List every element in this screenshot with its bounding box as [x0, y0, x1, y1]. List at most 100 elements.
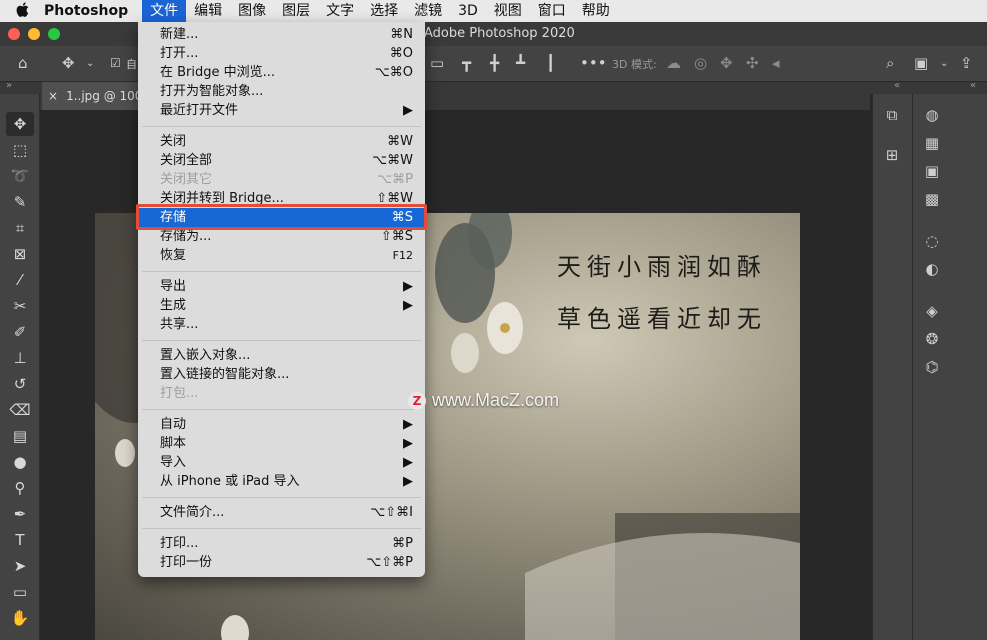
menu-item-close-all[interactable]: 关闭全部 ⌥⌘W: [138, 151, 425, 170]
align-vcenter-icon[interactable]: ╋: [490, 54, 499, 72]
history-panel-icon[interactable]: ⧉: [879, 106, 905, 124]
healing-tool-icon[interactable]: ✂: [6, 294, 34, 318]
lasso-tool-icon[interactable]: ➰: [6, 164, 34, 188]
menu-image[interactable]: 图像: [230, 0, 274, 22]
auto-select-checkbox[interactable]: ☑: [110, 56, 121, 70]
color-panel-icon[interactable]: ◍: [919, 106, 945, 124]
marquee-tool-icon[interactable]: ⬚: [6, 138, 34, 162]
crop-tool-icon[interactable]: ⌗: [6, 216, 34, 240]
watermark-logo-icon: Z: [408, 391, 426, 410]
menu-item-scripts[interactable]: 脚本 ▶: [138, 434, 425, 453]
menu-item-recent-files[interactable]: 最近打开文件 ▶: [138, 101, 425, 120]
menu-item-new[interactable]: 新建... ⌘N: [138, 25, 425, 44]
3d-pan-icon[interactable]: ✥: [720, 54, 733, 72]
3d-roll-icon[interactable]: ◎: [694, 54, 707, 72]
minimize-window-button[interactable]: [28, 28, 40, 40]
move-tool-icon[interactable]: ✥: [62, 54, 75, 72]
menu-item-print-one[interactable]: 打印一份 ⌥⇧⌘P: [138, 553, 425, 572]
menu-separator: [142, 528, 421, 529]
menu-item-place-linked[interactable]: 置入链接的智能对象...: [138, 365, 425, 384]
menu-item-share[interactable]: 共享...: [138, 315, 425, 334]
file-menu-dropdown: 新建... ⌘N 打开... ⌘O 在 Bridge 中浏览... ⌥⌘O 打开为智能…: [138, 22, 425, 577]
layers-panel-icon[interactable]: ◈: [919, 302, 945, 320]
3d-camera-icon[interactable]: ◂: [772, 54, 780, 72]
collapse-left-dock-icon[interactable]: «: [894, 80, 900, 91]
apple-icon[interactable]: [0, 1, 44, 21]
eyedropper-tool-icon[interactable]: ⁄: [6, 268, 34, 292]
libraries-panel-icon[interactable]: ⊞: [879, 146, 905, 164]
menu-item-open-smart-object[interactable]: 打开为智能对象...: [138, 82, 425, 101]
workspace-icon[interactable]: ▣: [914, 54, 928, 72]
menu-item-automate[interactable]: 自动 ▶: [138, 415, 425, 434]
menu-item-generate[interactable]: 生成 ▶: [138, 296, 425, 315]
zoom-window-button[interactable]: [48, 28, 60, 40]
search-icon[interactable]: ⌕: [886, 54, 894, 72]
close-window-button[interactable]: [8, 28, 20, 40]
workspace-chevron-icon[interactable]: ⌄: [940, 58, 948, 69]
submenu-arrow-icon: ▶: [403, 474, 413, 489]
submenu-arrow-icon: ▶: [403, 436, 413, 451]
menu-item-place-embedded[interactable]: 置入嵌入对象...: [138, 346, 425, 365]
3d-orbit-icon[interactable]: ☁: [666, 54, 681, 72]
history-brush-tool-icon[interactable]: ↺: [6, 372, 34, 396]
menu-window[interactable]: 窗口: [530, 0, 574, 22]
properties-panel-icon[interactable]: ◌: [919, 232, 945, 250]
menu-item-export[interactable]: 导出 ▶: [138, 277, 425, 296]
collapse-right-dock-icon[interactable]: «: [970, 80, 976, 91]
home-icon[interactable]: ⌂: [18, 54, 28, 72]
adjustments-panel-icon[interactable]: ◐: [919, 260, 945, 278]
menu-item-print[interactable]: 打印... ⌘P: [138, 534, 425, 553]
document-tab[interactable]: × 1..jpg @ 100: [42, 82, 152, 110]
menu-item-revert[interactable]: 恢复 F12: [138, 246, 425, 265]
menu-file[interactable]: 文件: [142, 0, 187, 22]
dodge-tool-icon[interactable]: ⚲: [6, 476, 34, 500]
menu-item-browse-bridge[interactable]: 在 Bridge 中浏览... ⌥⌘O: [138, 63, 425, 82]
quick-select-tool-icon[interactable]: ✎: [6, 190, 34, 214]
more-options-icon[interactable]: •••: [580, 54, 607, 72]
rectangle-tool-icon[interactable]: ▭: [6, 580, 34, 604]
menu-help[interactable]: 帮助: [574, 0, 618, 22]
hand-tool-icon[interactable]: ✋: [6, 606, 34, 630]
align-top-edges-icon[interactable]: ┳: [462, 54, 471, 72]
eraser-tool-icon[interactable]: ⌫: [6, 398, 34, 422]
move-tool-icon[interactable]: ✥: [6, 112, 34, 136]
align-bottom-icon[interactable]: ▭: [430, 54, 444, 72]
menu-item-open[interactable]: 打开... ⌘O: [138, 44, 425, 63]
menu-item-close-others: 关闭其它 ⌥⌘P: [160, 172, 413, 187]
menu-filter[interactable]: 滤镜: [406, 0, 450, 22]
menu-select[interactable]: 选择: [362, 0, 406, 22]
gradients-panel-icon[interactable]: ▣: [919, 162, 945, 180]
blur-tool-icon[interactable]: ●: [6, 450, 34, 474]
align-bottom-edges-icon[interactable]: ┻: [516, 54, 525, 72]
gradient-tool-icon[interactable]: ▤: [6, 424, 34, 448]
swatches-panel-icon[interactable]: ▦: [919, 134, 945, 152]
3d-slide-icon[interactable]: ✣: [746, 54, 759, 72]
menu-item-import[interactable]: 导入 ▶: [138, 453, 425, 472]
channels-panel-icon[interactable]: ❂: [919, 330, 945, 348]
type-tool-icon[interactable]: T: [6, 528, 34, 552]
menu-item-close[interactable]: 关闭 ⌘W: [138, 132, 425, 151]
paths-panel-icon[interactable]: ⌬: [919, 358, 945, 376]
patterns-panel-icon[interactable]: ▩: [919, 190, 945, 208]
app-menu-photoshop[interactable]: Photoshop: [44, 3, 128, 19]
frame-tool-icon[interactable]: ⊠: [6, 242, 34, 266]
share-icon[interactable]: ⇪: [960, 54, 973, 72]
stamp-tool-icon[interactable]: ⊥: [6, 346, 34, 370]
menu-item-import-iphone[interactable]: 从 iPhone 或 iPad 导入 ▶: [138, 472, 425, 491]
menu-view[interactable]: 视图: [486, 0, 530, 22]
menu-3d[interactable]: 3D: [450, 0, 486, 22]
menu-layer[interactable]: 图层: [274, 0, 318, 22]
brush-tool-icon[interactable]: ✐: [6, 320, 34, 344]
tools-panel: ✥ ⬚ ➰ ✎ ⌗ ⊠ ⁄ ✂ ✐ ⊥ ↺ ⌫ ▤ ● ⚲ ✒ T ➤ ▭ ✋: [0, 94, 40, 640]
menu-type[interactable]: 文字: [318, 0, 362, 22]
close-tab-icon[interactable]: ×: [48, 89, 58, 103]
distribute-icon[interactable]: ┃: [546, 54, 555, 72]
poem-line-1: 天街小雨润如酥: [557, 253, 767, 281]
menu-edit[interactable]: 编辑: [186, 0, 230, 22]
traffic-lights: [8, 28, 60, 40]
menu-item-file-info[interactable]: 文件简介... ⌥⇧⌘I: [138, 503, 425, 522]
path-select-tool-icon[interactable]: ➤: [6, 554, 34, 578]
pen-tool-icon[interactable]: ✒: [6, 502, 34, 526]
chevron-down-icon[interactable]: ⌄: [86, 58, 94, 69]
collapse-tools-icon[interactable]: »: [6, 80, 12, 91]
